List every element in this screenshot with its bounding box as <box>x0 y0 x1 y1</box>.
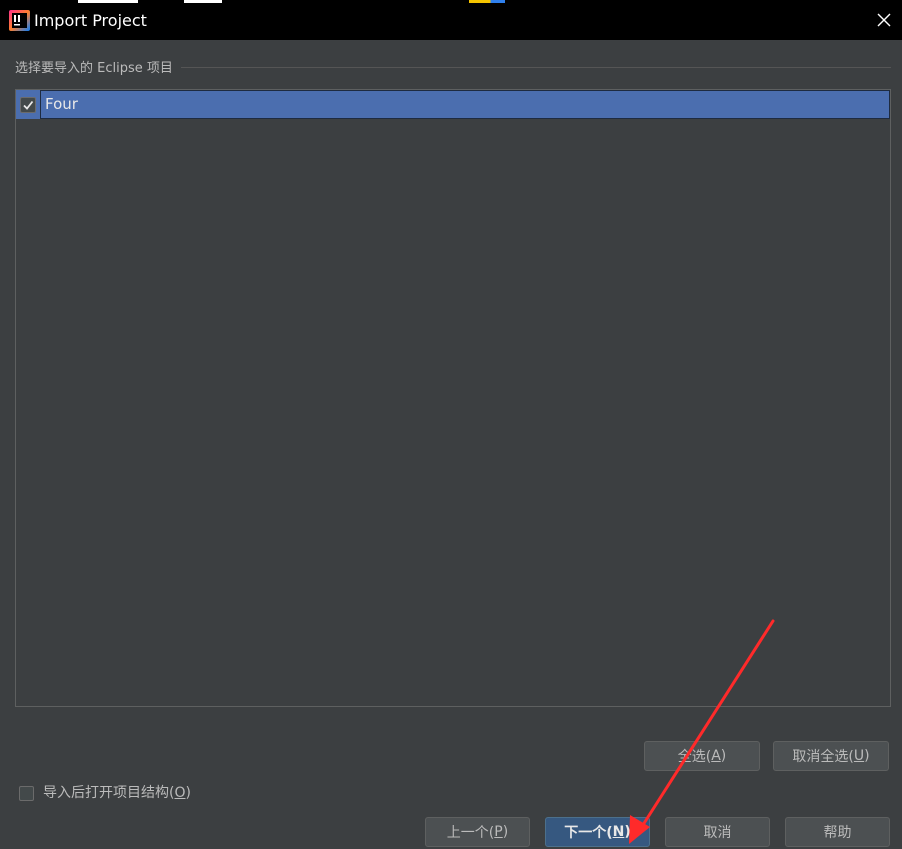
open-structure-label-suffix: ) <box>185 785 191 801</box>
title-bar: Import Project <box>0 0 902 40</box>
next-label-suffix: ) <box>624 824 631 840</box>
close-icon[interactable] <box>872 8 896 32</box>
next-mnemonic: N <box>612 824 625 840</box>
background-window-strip <box>184 0 222 3</box>
next-label-prefix: 下一个( <box>564 825 613 841</box>
background-window-strip <box>78 0 138 3</box>
select-all-button[interactable]: 全选(A) <box>644 741 760 771</box>
select-all-label-prefix: 全选( <box>677 749 712 765</box>
next-button[interactable]: 下一个(N) <box>545 817 650 847</box>
previous-label-suffix: ) <box>502 824 509 840</box>
select-all-label-suffix: ) <box>720 748 727 764</box>
project-checkbox-cell[interactable] <box>16 90 40 119</box>
open-structure-label-prefix: 导入后打开项目结构( <box>43 785 175 801</box>
project-checkbox[interactable] <box>20 96 36 113</box>
section-label: 选择要导入的 Eclipse 项目 <box>15 60 181 78</box>
open-structure-label: 导入后打开项目结构(O) <box>43 783 191 803</box>
intellij-idea-icon <box>9 10 30 31</box>
project-name[interactable]: Four <box>40 90 890 119</box>
background-window-strip <box>469 0 505 3</box>
window-title: Import Project <box>34 11 147 30</box>
checkmark-icon <box>23 100 34 110</box>
open-structure-option[interactable]: 导入后打开项目结构(O) <box>19 783 191 803</box>
help-label: 帮助 <box>823 825 852 841</box>
previous-mnemonic: P <box>494 824 503 840</box>
open-structure-checkbox[interactable] <box>19 785 34 801</box>
previous-label-prefix: 上一个( <box>446 825 495 841</box>
cancel-button[interactable]: 取消 <box>665 817 770 847</box>
project-list[interactable]: Four <box>15 89 891 707</box>
deselect-all-label-prefix: 取消全选( <box>792 749 854 765</box>
select-all-mnemonic: A <box>711 748 721 764</box>
section-header: 选择要导入的 Eclipse 项目 <box>15 60 891 80</box>
deselect-all-button[interactable]: 取消全选(U) <box>773 741 889 771</box>
previous-button[interactable]: 上一个(P) <box>425 817 530 847</box>
deselect-all-label-suffix: ) <box>864 748 870 764</box>
help-button[interactable]: 帮助 <box>785 817 890 847</box>
cancel-label: 取消 <box>703 825 732 841</box>
open-structure-mnemonic: O <box>174 785 186 801</box>
deselect-all-mnemonic: U <box>853 748 865 764</box>
list-item[interactable]: Four <box>16 90 890 119</box>
